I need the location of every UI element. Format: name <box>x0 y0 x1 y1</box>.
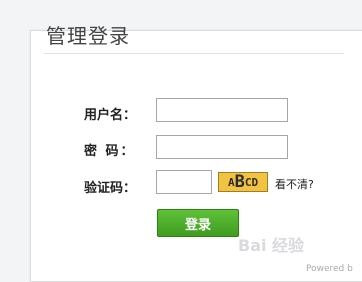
title-divider <box>44 53 344 54</box>
captcha-char-1: A <box>227 175 235 189</box>
password-label: 密 码： <box>84 144 136 159</box>
password-input[interactable] <box>156 135 288 159</box>
username-input[interactable] <box>156 98 288 122</box>
page-title: 管理登录 <box>46 24 130 48</box>
baidu-watermark: Bai 经验 <box>238 236 305 255</box>
captcha-image[interactable]: A B C D <box>218 172 268 192</box>
powered-by-text: Powered b <box>306 264 353 274</box>
username-label: 用户名： <box>84 108 137 123</box>
captcha-label: 验证码： <box>84 181 137 196</box>
refresh-captcha-link[interactable]: 看不清? <box>275 176 314 192</box>
captcha-char-3: C <box>244 175 252 189</box>
captcha-char-2: B <box>234 172 245 192</box>
captcha-input[interactable] <box>156 170 212 194</box>
login-button[interactable]: 登录 <box>157 209 239 237</box>
captcha-char-4: D <box>251 175 259 189</box>
